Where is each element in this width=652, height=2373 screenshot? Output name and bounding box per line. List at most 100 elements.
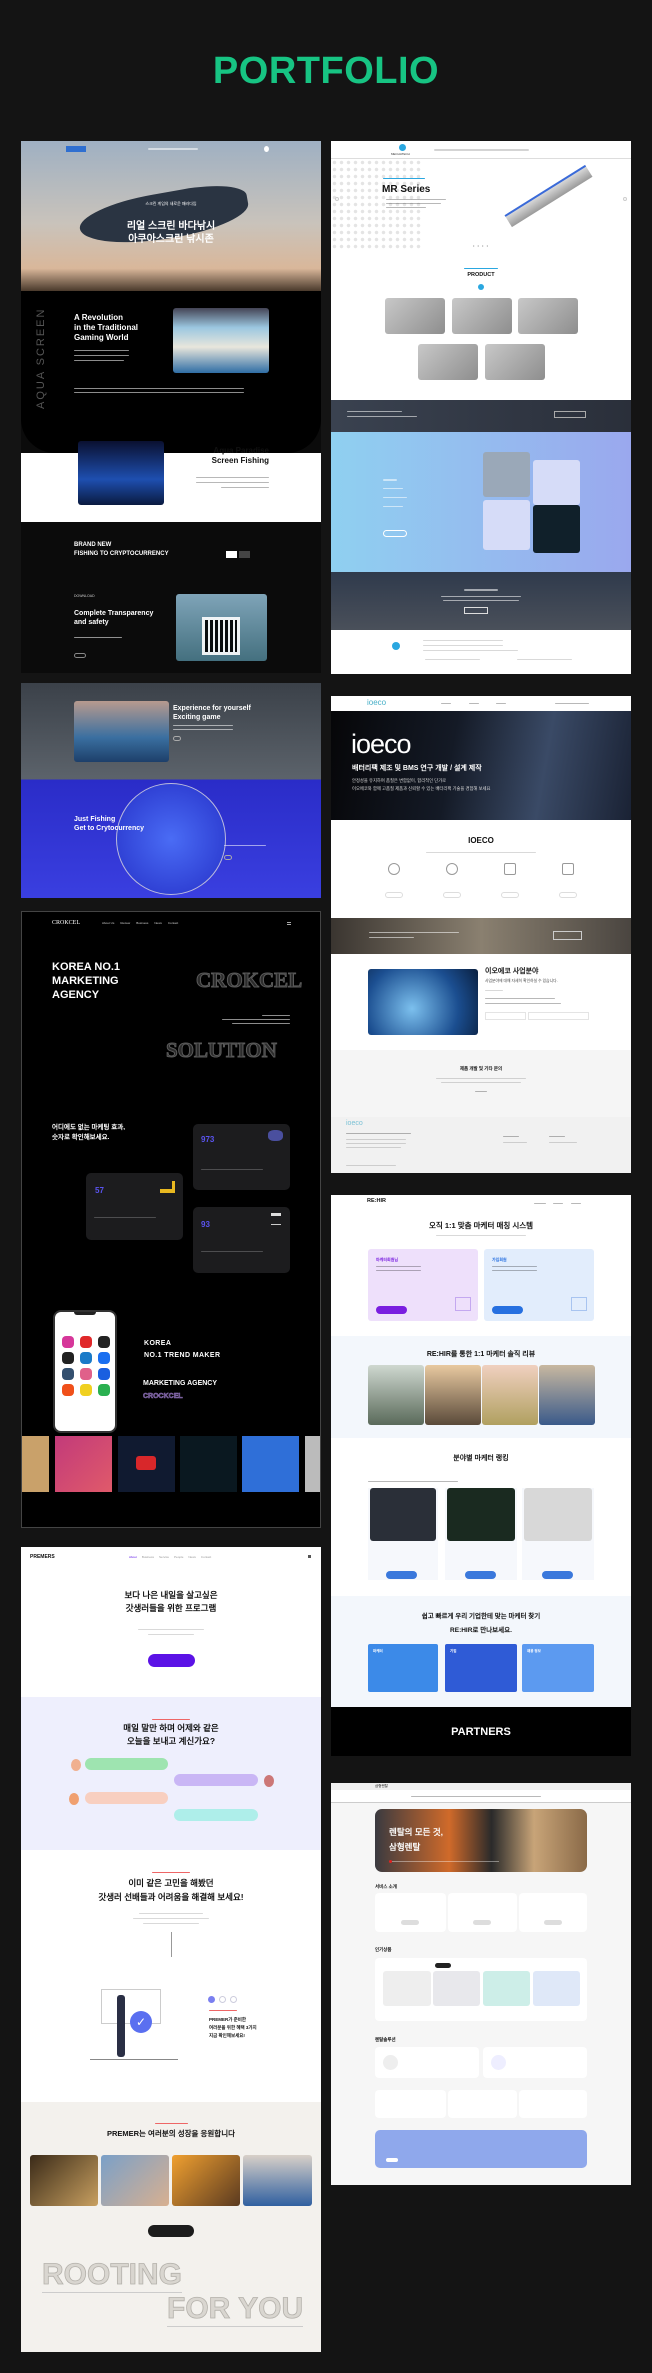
partners-band: PARTNERS [331, 1707, 631, 1756]
company-card[interactable]: 가입회원 [484, 1249, 594, 1321]
logo[interactable]: MECHATECH [391, 152, 410, 156]
project-aqua-crypto[interactable]: Experience for yourself Exciting game Jus… [21, 683, 321, 898]
project-rental[interactable]: 삼형렌탈 렌탈의 모든 것, 삼형렌탈 서비스 소개 인기상품 렌탈솔루션 [331, 1783, 631, 2185]
nav-contact[interactable]: Contact [201, 1555, 211, 1559]
project-rehir[interactable]: RE:HIR 오직 1:1 맞춤 마케터 매칭 시스템 마케터회원님 가입회원 … [331, 1195, 631, 1756]
qr-code[interactable] [202, 617, 240, 655]
more-button[interactable] [385, 892, 403, 898]
nav-news[interactable]: News [188, 1555, 196, 1559]
download-button[interactable] [74, 653, 86, 658]
cta-button[interactable] [554, 411, 586, 418]
product-card[interactable] [483, 1971, 530, 2006]
profile-button[interactable] [386, 1571, 417, 1579]
step-dot-2[interactable] [219, 1996, 226, 2003]
more-button[interactable] [559, 892, 577, 898]
product-card[interactable] [485, 344, 545, 380]
menu-icon[interactable] [287, 922, 291, 925]
card-button[interactable] [492, 1306, 523, 1314]
nav-news[interactable]: News [154, 921, 162, 925]
arcade-image [78, 441, 164, 505]
more-button[interactable] [224, 855, 232, 860]
project-ioeco[interactable]: ioeco ioeco 배터리팩 제조 및 BMS 연구 개발 / 설계 제작 … [331, 696, 631, 1173]
carousel-prev[interactable] [335, 197, 339, 201]
profile-button[interactable] [465, 1571, 496, 1579]
solution-card[interactable] [483, 2047, 587, 2078]
service-card-equipment[interactable] [533, 460, 580, 505]
page-title: PORTFOLIO [212, 50, 440, 92]
nav-business[interactable]: Business [142, 1555, 154, 1559]
more-button[interactable] [501, 892, 519, 898]
behance-icon [98, 1368, 110, 1380]
logo[interactable] [66, 146, 86, 152]
find-card[interactable]: 채용 정보 [522, 1644, 594, 1692]
scroll-button[interactable] [478, 284, 484, 290]
consult-banner[interactable] [375, 2130, 587, 2168]
lang-toggle-b[interactable] [239, 551, 250, 558]
bms-button[interactable] [528, 1012, 589, 1020]
tab-active[interactable] [435, 1963, 451, 1968]
just-fishing-title: Just Fishing Get to Crytocurrency [74, 816, 145, 832]
step-dot-3[interactable] [230, 1996, 237, 2003]
product-card[interactable] [383, 1971, 431, 2006]
service-card-technologies[interactable] [533, 505, 580, 553]
banner-button[interactable] [553, 931, 582, 940]
service-card[interactable] [448, 1893, 517, 1932]
service-card[interactable] [519, 1893, 587, 1932]
step-dot-1[interactable] [208, 1996, 215, 2003]
menu-icon[interactable] [308, 1555, 311, 1558]
solution-card[interactable] [448, 2090, 517, 2118]
carousel-next[interactable] [623, 197, 627, 201]
logo[interactable]: PREMERS [30, 1554, 55, 1560]
carousel-dots[interactable]: • • • • [331, 243, 631, 248]
pcs-button[interactable] [485, 1012, 526, 1020]
product-card[interactable] [385, 298, 445, 334]
globe-icon [388, 863, 400, 875]
solution-card[interactable] [519, 2090, 587, 2118]
nav-review[interactable]: Review [120, 921, 130, 925]
marketer-card[interactable] [445, 1488, 517, 1580]
card-button[interactable] [376, 1306, 407, 1314]
nav-service[interactable]: Service [159, 1555, 169, 1559]
more-button[interactable] [383, 530, 407, 537]
solution-card[interactable] [375, 2047, 479, 2078]
user-icon[interactable] [264, 146, 269, 152]
project-aqua-screen[interactable]: 스크린 게임의 새로운 패러다임 리얼 스크린 바다낚시 아쿠아스크린 낚시존 … [21, 141, 321, 673]
service-card-products[interactable] [483, 500, 530, 550]
project-mechatech[interactable]: MECHATECH MR Series • • • • PRODUCT [331, 141, 631, 674]
program-button[interactable] [148, 2225, 194, 2237]
find-card[interactable]: 마케터 [368, 1644, 438, 1692]
marketer-card[interactable] [368, 1488, 438, 1580]
more-button[interactable] [173, 736, 181, 741]
logo[interactable]: CROKCEL [52, 920, 80, 926]
chat-bubble [85, 1758, 168, 1770]
service-card[interactable] [375, 1893, 446, 1932]
profile-button[interactable] [542, 1571, 573, 1579]
nav-contact[interactable]: Contact [168, 921, 178, 925]
logo[interactable]: RE:HIR [367, 1198, 386, 1204]
find-card[interactable]: 기업 [445, 1644, 517, 1692]
logo[interactable]: 삼형렌탈 [375, 1784, 388, 1789]
product-card[interactable] [533, 1971, 580, 2006]
service-card-core[interactable] [483, 452, 530, 497]
product-card[interactable] [418, 344, 478, 380]
solution-card[interactable] [375, 2090, 446, 2118]
marketer-card[interactable] [522, 1488, 594, 1580]
lang-toggle-a[interactable] [226, 551, 237, 558]
product-card[interactable] [433, 1971, 480, 2006]
marketer-card[interactable]: 마케터회원님 [368, 1249, 478, 1321]
logo[interactable]: ioeco [367, 698, 386, 707]
rooting-outline: ROOTING [42, 2258, 182, 2293]
nav-about[interactable]: About [129, 1555, 137, 1559]
chat-bubble [174, 1809, 258, 1821]
nav-about[interactable]: About Us [102, 921, 114, 925]
project-crokcel[interactable]: CROKCEL About Us Review Business News Contac… [21, 911, 321, 1528]
product-card[interactable] [518, 298, 578, 334]
program-button[interactable] [148, 1654, 195, 1667]
nav-people[interactable]: People [174, 1555, 183, 1559]
project-premers[interactable]: PREMERS About Business Service People News Co… [21, 1547, 321, 2352]
product-card[interactable] [452, 298, 512, 334]
more-button[interactable] [443, 892, 461, 898]
contact-button[interactable] [464, 607, 488, 614]
progress-bar[interactable] [389, 1860, 499, 1863]
nav-business[interactable]: Business [136, 921, 148, 925]
